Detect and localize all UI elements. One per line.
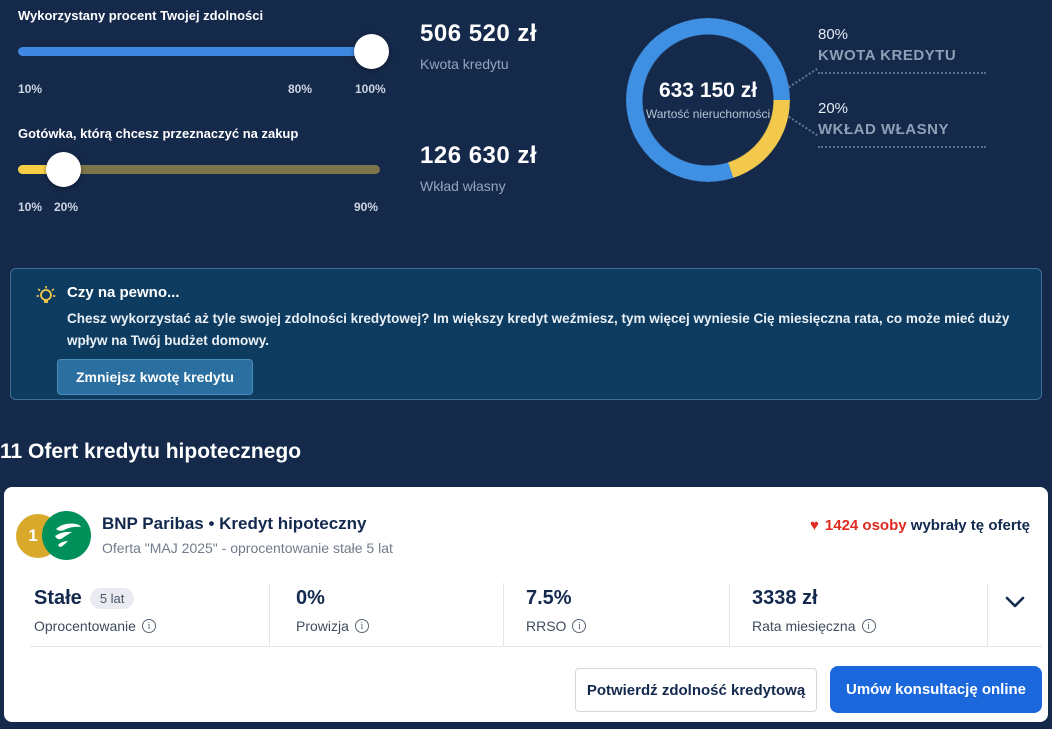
- property-value-donut-chart: 633 150 zł Wartość nieruchomości: [626, 18, 790, 182]
- commission-value: 0%: [296, 587, 325, 610]
- donut-connector-line: [788, 116, 818, 136]
- tick-80: 80%: [288, 82, 312, 96]
- cash-slider-ticks: 10% 20% 90%: [18, 200, 380, 216]
- offers-heading: 11 Ofert kredytu hipotecznego: [0, 440, 301, 464]
- donut-center: 633 150 zł Wartość nieruchomości: [626, 18, 790, 182]
- down-payment-amount: 126 630 zł Wkład własny: [420, 142, 537, 194]
- interest-rate-label: Oprocentowanie: [34, 618, 136, 634]
- down-payment-value: 126 630 zł: [420, 142, 537, 170]
- cash-slider-group: Gotówka, którą chcesz przeznaczyć na zak…: [18, 126, 380, 216]
- mortgage-calculator-page: Wykorzystany procent Twojej zdolności 10…: [0, 0, 1052, 729]
- stat-monthly-payment: 3338 zł Rata miesięczna: [730, 583, 988, 647]
- offer-stats-row: Stałe 5 lat Oprocentowanie 0% Prowizja 7…: [30, 583, 1042, 647]
- donut-connector-line: [788, 68, 818, 88]
- commission-label: Prowizja: [296, 618, 349, 634]
- bnp-paribas-logo-icon: [42, 511, 91, 560]
- info-icon[interactable]: [142, 619, 156, 633]
- property-value: 633 150 zł: [659, 79, 757, 103]
- offer-subtitle: Oferta "MAJ 2025" - oprocentowanie stałe…: [102, 540, 393, 556]
- book-consultation-button[interactable]: Umów konsultację online: [830, 666, 1042, 713]
- legend-item-credit: 80% KWOTA KREDYTU: [818, 26, 986, 74]
- down-payment-label: Wkład własny: [420, 178, 537, 194]
- cash-slider-label: Gotówka, którą chcesz przeznaczyć na zak…: [18, 126, 380, 141]
- info-icon[interactable]: [355, 619, 369, 633]
- donut-legend: 80% KWOTA KREDYTU 20% WKŁAD WŁASNY: [818, 26, 986, 174]
- stat-interest-rate: Stałe 5 lat Oprocentowanie: [30, 583, 270, 647]
- capacity-slider-track[interactable]: [18, 47, 380, 56]
- stat-rrso: 7.5% RRSO: [504, 583, 730, 647]
- tick-10: 10%: [18, 200, 42, 214]
- warning-tip-box: Czy na pewno... Chesz wykorzystać aż tyl…: [10, 268, 1042, 400]
- credit-amount-label: Kwota kredytu: [420, 56, 537, 72]
- info-icon[interactable]: [572, 619, 586, 633]
- interest-rate-value: Stałe: [34, 587, 82, 610]
- capacity-slider-label: Wykorzystany procent Twojej zdolności: [18, 8, 380, 23]
- confirm-creditworthiness-button[interactable]: Potwierdź zdolność kredytową: [575, 668, 817, 712]
- monthly-payment-value: 3338 zł: [752, 587, 818, 610]
- tip-title: Czy na pewno...: [67, 284, 180, 301]
- social-proof: ♥ 1424 osoby wybrały tę ofertę: [810, 517, 1030, 534]
- cash-slider-track[interactable]: [18, 165, 380, 174]
- offer-card-bnp-paribas: 1 BNP Paribas • Kredyt hipoteczny Oferta…: [4, 487, 1048, 722]
- capacity-slider-handle[interactable]: [354, 34, 389, 69]
- legend-down-pct: 20%: [818, 100, 986, 117]
- offer-title: BNP Paribas • Kredyt hipoteczny: [102, 514, 367, 534]
- legend-down-name: WKŁAD WŁASNY: [818, 121, 986, 148]
- tick-100: 100%: [355, 82, 386, 96]
- legend-credit-pct: 80%: [818, 26, 986, 43]
- social-count: 1424 osoby: [825, 517, 907, 534]
- legend-credit-name: KWOTA KREDYTU: [818, 47, 986, 74]
- info-icon[interactable]: [862, 619, 876, 633]
- tip-body-text: Chesz wykorzystać aż tyle swojej zdolnoś…: [67, 308, 1025, 353]
- stat-commission: 0% Prowizja: [270, 583, 504, 647]
- tick-90: 90%: [354, 200, 378, 214]
- capacity-slider-group: Wykorzystany procent Twojej zdolności 10…: [18, 8, 380, 98]
- credit-amount: 506 520 zł Kwota kredytu: [420, 20, 537, 72]
- social-rest: wybrały tę ofertę: [911, 517, 1030, 534]
- capacity-slider-ticks: 10% 80% 100%: [18, 82, 380, 98]
- lightbulb-icon: [35, 285, 57, 309]
- expand-offer-chevron[interactable]: [988, 583, 1042, 647]
- tick-10: 10%: [18, 82, 42, 96]
- rrso-value: 7.5%: [526, 587, 572, 610]
- credit-amount-value: 506 520 zł: [420, 20, 537, 48]
- chevron-down-icon: [1004, 595, 1026, 609]
- heart-icon: ♥: [810, 517, 819, 534]
- legend-item-down-payment: 20% WKŁAD WŁASNY: [818, 100, 986, 148]
- tick-20: 20%: [54, 200, 78, 214]
- cash-slider-handle[interactable]: [46, 152, 81, 187]
- interest-rate-period-badge: 5 lat: [90, 588, 135, 609]
- monthly-payment-label: Rata miesięczna: [752, 618, 856, 634]
- reduce-credit-button[interactable]: Zmniejsz kwotę kredytu: [57, 359, 253, 395]
- property-value-label: Wartość nieruchomości: [646, 107, 770, 121]
- rrso-label: RRSO: [526, 618, 566, 634]
